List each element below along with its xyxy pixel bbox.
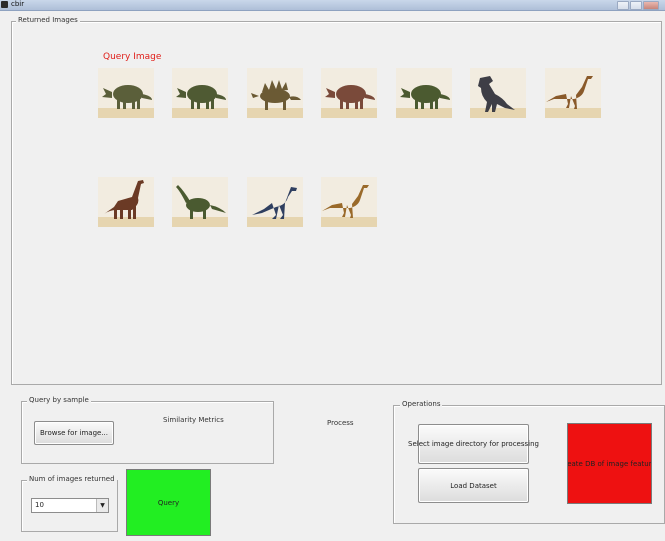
ornithomimus-icon: [545, 68, 601, 118]
chevron-down-icon[interactable]: ▼: [96, 499, 108, 512]
ornithomimus-icon: [321, 177, 377, 227]
triceratops-icon: [172, 68, 228, 118]
num-images-select[interactable]: 10 ▼: [31, 498, 109, 513]
window-title: cbir: [11, 0, 25, 8]
query-image-label: Query Image: [103, 52, 162, 62]
triceratops-icon: [396, 68, 452, 118]
num-images-legend: Num of images returned: [27, 475, 117, 484]
query-button[interactable]: Query: [126, 469, 211, 536]
tyrannosaurus-icon: [470, 68, 526, 118]
num-images-value: 10: [35, 501, 44, 509]
minimize-button[interactable]: [617, 1, 629, 10]
returned-images-legend: Returned Images: [16, 16, 80, 25]
maximize-button[interactable]: [630, 1, 642, 10]
close-button[interactable]: [643, 1, 659, 10]
load-dataset-button[interactable]: Load Dataset: [418, 468, 529, 503]
triceratops-icon: [98, 68, 154, 118]
browse-image-button[interactable]: Browse for image...: [34, 421, 114, 445]
create-db-button[interactable]: Create DB of image features: [567, 423, 652, 504]
similarity-metrics-label: Similarity Metrics: [163, 416, 224, 424]
query-by-sample-legend: Query by sample: [27, 396, 91, 405]
process-label: Process: [327, 419, 354, 427]
diplodocus-icon: [172, 177, 228, 227]
operations-legend: Operations: [400, 400, 443, 409]
stegosaurus-icon: [247, 68, 303, 118]
compsognathus-icon: [247, 177, 303, 227]
select-directory-button[interactable]: Select image directory for processing: [408, 424, 539, 464]
title-bar: [0, 0, 665, 11]
app-icon: [1, 1, 8, 8]
brachiosaurus-icon: [98, 177, 154, 227]
triceratops-icon: [321, 68, 377, 118]
